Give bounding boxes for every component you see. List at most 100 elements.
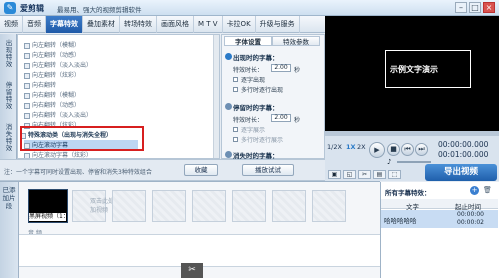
row-end-time: 00:00:02 xyxy=(457,219,484,226)
tab-video[interactable]: 视频 xyxy=(0,16,23,33)
current-time: 00:00:00.000 xyxy=(438,140,489,149)
stay-section-icon xyxy=(225,103,232,110)
list-item[interactable]: 向右翻转 xyxy=(24,80,56,89)
delete-icon[interactable]: 🗑 xyxy=(483,186,492,195)
tab-mtv[interactable]: M T V xyxy=(194,16,223,33)
cut-icon[interactable]: ✂ xyxy=(358,170,371,179)
volume-icon[interactable]: ♪ xyxy=(387,158,391,166)
added-clips-label: 已添加片段 xyxy=(0,182,19,278)
effect-note: 注：一个字幕可同时设置出现、停留和消失3种特效组合 xyxy=(4,169,152,176)
list-item-label: 向右翻转 xyxy=(32,82,57,89)
speed-double-button[interactable]: 2X xyxy=(357,143,366,152)
list-item-label: 向右翻转（模糊） xyxy=(32,92,81,99)
stay-duration-input[interactable]: 2.00 xyxy=(271,114,291,122)
stay-opt2-checkbox[interactable] xyxy=(233,137,238,142)
appear-opt1-checkbox[interactable] xyxy=(233,77,238,82)
list-item[interactable]: 向左翻转（炫彩） xyxy=(24,70,80,79)
tab-transitions[interactable]: 转场特效 xyxy=(120,16,157,33)
appear-opt2-checkbox[interactable] xyxy=(233,87,238,92)
empty-film-slot[interactable] xyxy=(312,190,346,222)
play-test-button[interactable]: 播放试试 xyxy=(242,164,294,176)
play-test-button-label: 播放试试 xyxy=(255,166,281,174)
app-name: 爱剪辑 xyxy=(20,4,44,13)
fullscreen-icon[interactable]: ⬚ xyxy=(388,170,401,179)
row-start-time: 00:00:00 xyxy=(457,211,484,218)
category-disappear[interactable]: 消失特效 xyxy=(3,124,15,152)
appear-opt1-label: 逐字出现 xyxy=(241,77,266,84)
tab-overlay[interactable]: 叠加素材 xyxy=(83,16,120,33)
appear-duration-label: 特效时长： xyxy=(233,67,264,74)
stay-section-title: 停留时的字幕： xyxy=(233,104,279,112)
list-item[interactable]: 向左滚动字幕（炫彩） xyxy=(24,150,93,159)
tab-subtitle-effects[interactable]: 字幕特效 xyxy=(46,16,83,33)
frames-icon[interactable]: ▤ xyxy=(373,170,386,179)
appear-opt2-label: 多行时逐行出现 xyxy=(241,87,284,94)
playback-progress-bar[interactable] xyxy=(325,131,499,136)
tab-upgrade[interactable]: 升级与服务 xyxy=(256,16,300,33)
category-appear[interactable]: 出现特效 xyxy=(3,40,15,68)
stay-duration-label: 特效时长： xyxy=(233,117,264,124)
empty-film-slot[interactable] xyxy=(232,190,266,222)
empty-film-slot[interactable] xyxy=(112,190,146,222)
snapshot-icon[interactable]: ▣ xyxy=(328,170,341,179)
main-tab-bar: 视频 音频 字幕特效 叠加素材 转场特效 画面风格 M T V 卡拉OK 升级与… xyxy=(0,16,325,33)
list-item-label: 向左翻转（模糊） xyxy=(32,42,81,49)
effect-icon xyxy=(24,42,30,49)
empty-film-slot[interactable] xyxy=(152,190,186,222)
next-frame-button[interactable]: ⏭ xyxy=(415,143,428,156)
app-logo-icon: ✎ xyxy=(4,2,16,14)
effect-icon xyxy=(24,72,30,79)
all-subtitle-effects-title: 所有字幕特效： xyxy=(385,189,431,197)
minimize-button[interactable]: – xyxy=(455,2,467,13)
appear-section-title: 出现时的字幕： xyxy=(233,54,279,62)
add-icon[interactable]: + xyxy=(470,186,479,195)
category-stay[interactable]: 停留特效 xyxy=(3,82,15,110)
preview-caption-text: 示例文字演示 xyxy=(390,65,438,74)
list-item[interactable]: 向左翻转（淡入淡出） xyxy=(24,60,92,69)
unit-label: 秒 xyxy=(294,67,301,74)
disappear-section-icon xyxy=(225,151,232,158)
list-item[interactable]: 向右翻转（模糊） xyxy=(24,90,80,99)
list-item[interactable]: 向左翻转（模糊） xyxy=(24,40,80,49)
close-button[interactable]: × xyxy=(483,2,495,13)
list-item[interactable]: 向右翻转（动感） xyxy=(24,100,80,109)
effect-icon xyxy=(24,52,30,59)
list-item-label: 向左翻转（动感） xyxy=(32,52,81,59)
export-video-button[interactable]: 导出视频 xyxy=(425,164,497,181)
play-button[interactable]: ▶ xyxy=(369,142,385,158)
collect-button[interactable]: 收藏 xyxy=(184,164,218,176)
empty-film-slot[interactable] xyxy=(272,190,306,222)
unit-label: 秒 xyxy=(294,117,301,124)
scissors-icon[interactable]: ✂ xyxy=(181,263,203,278)
volume-slider[interactable] xyxy=(397,161,431,163)
effect-list-scrollbar[interactable] xyxy=(213,35,219,158)
tab-font-settings[interactable]: 字体设置 xyxy=(224,36,272,46)
effect-icon xyxy=(24,62,30,69)
stop-button[interactable]: ■ xyxy=(387,143,400,156)
tab-effect-params[interactable]: 特效参数 xyxy=(272,36,320,46)
total-time: 00:01:00.000 xyxy=(438,150,489,159)
maximize-button[interactable]: □ xyxy=(469,2,481,13)
effect-icon xyxy=(24,152,30,158)
tab-styles[interactable]: 画面风格 xyxy=(157,16,194,33)
speed-normal-button[interactable]: 1X xyxy=(346,143,356,152)
row-text: 哈哈哈哈哈 xyxy=(384,217,417,225)
list-item[interactable]: 向右翻转（淡入淡出） xyxy=(24,110,92,119)
stay-opt1-checkbox[interactable] xyxy=(233,127,238,132)
appear-duration-input[interactable]: 2.00 xyxy=(271,64,291,72)
appear-section-icon xyxy=(225,53,232,60)
effect-icon xyxy=(24,82,30,89)
list-item[interactable]: 向左翻转（动感） xyxy=(24,50,80,59)
list-item-label: 向左滚动字幕（炫彩） xyxy=(32,152,93,159)
speed-half-button[interactable]: 1/2X xyxy=(327,143,342,152)
tab-karaoke[interactable]: 卡拉OK xyxy=(223,16,256,33)
stay-opt2-label: 多行时逐行展示 xyxy=(241,137,284,144)
empty-film-slot[interactable] xyxy=(192,190,226,222)
list-item-label: 向右翻转（淡入淡出） xyxy=(32,112,93,119)
effect-icon xyxy=(24,102,30,109)
crop-icon[interactable]: ◱ xyxy=(343,170,356,179)
prev-frame-button[interactable]: ⏮ xyxy=(401,143,414,156)
tab-audio[interactable]: 音频 xyxy=(23,16,46,33)
highlight-annotation-box xyxy=(20,126,144,151)
effect-icon xyxy=(24,92,30,99)
